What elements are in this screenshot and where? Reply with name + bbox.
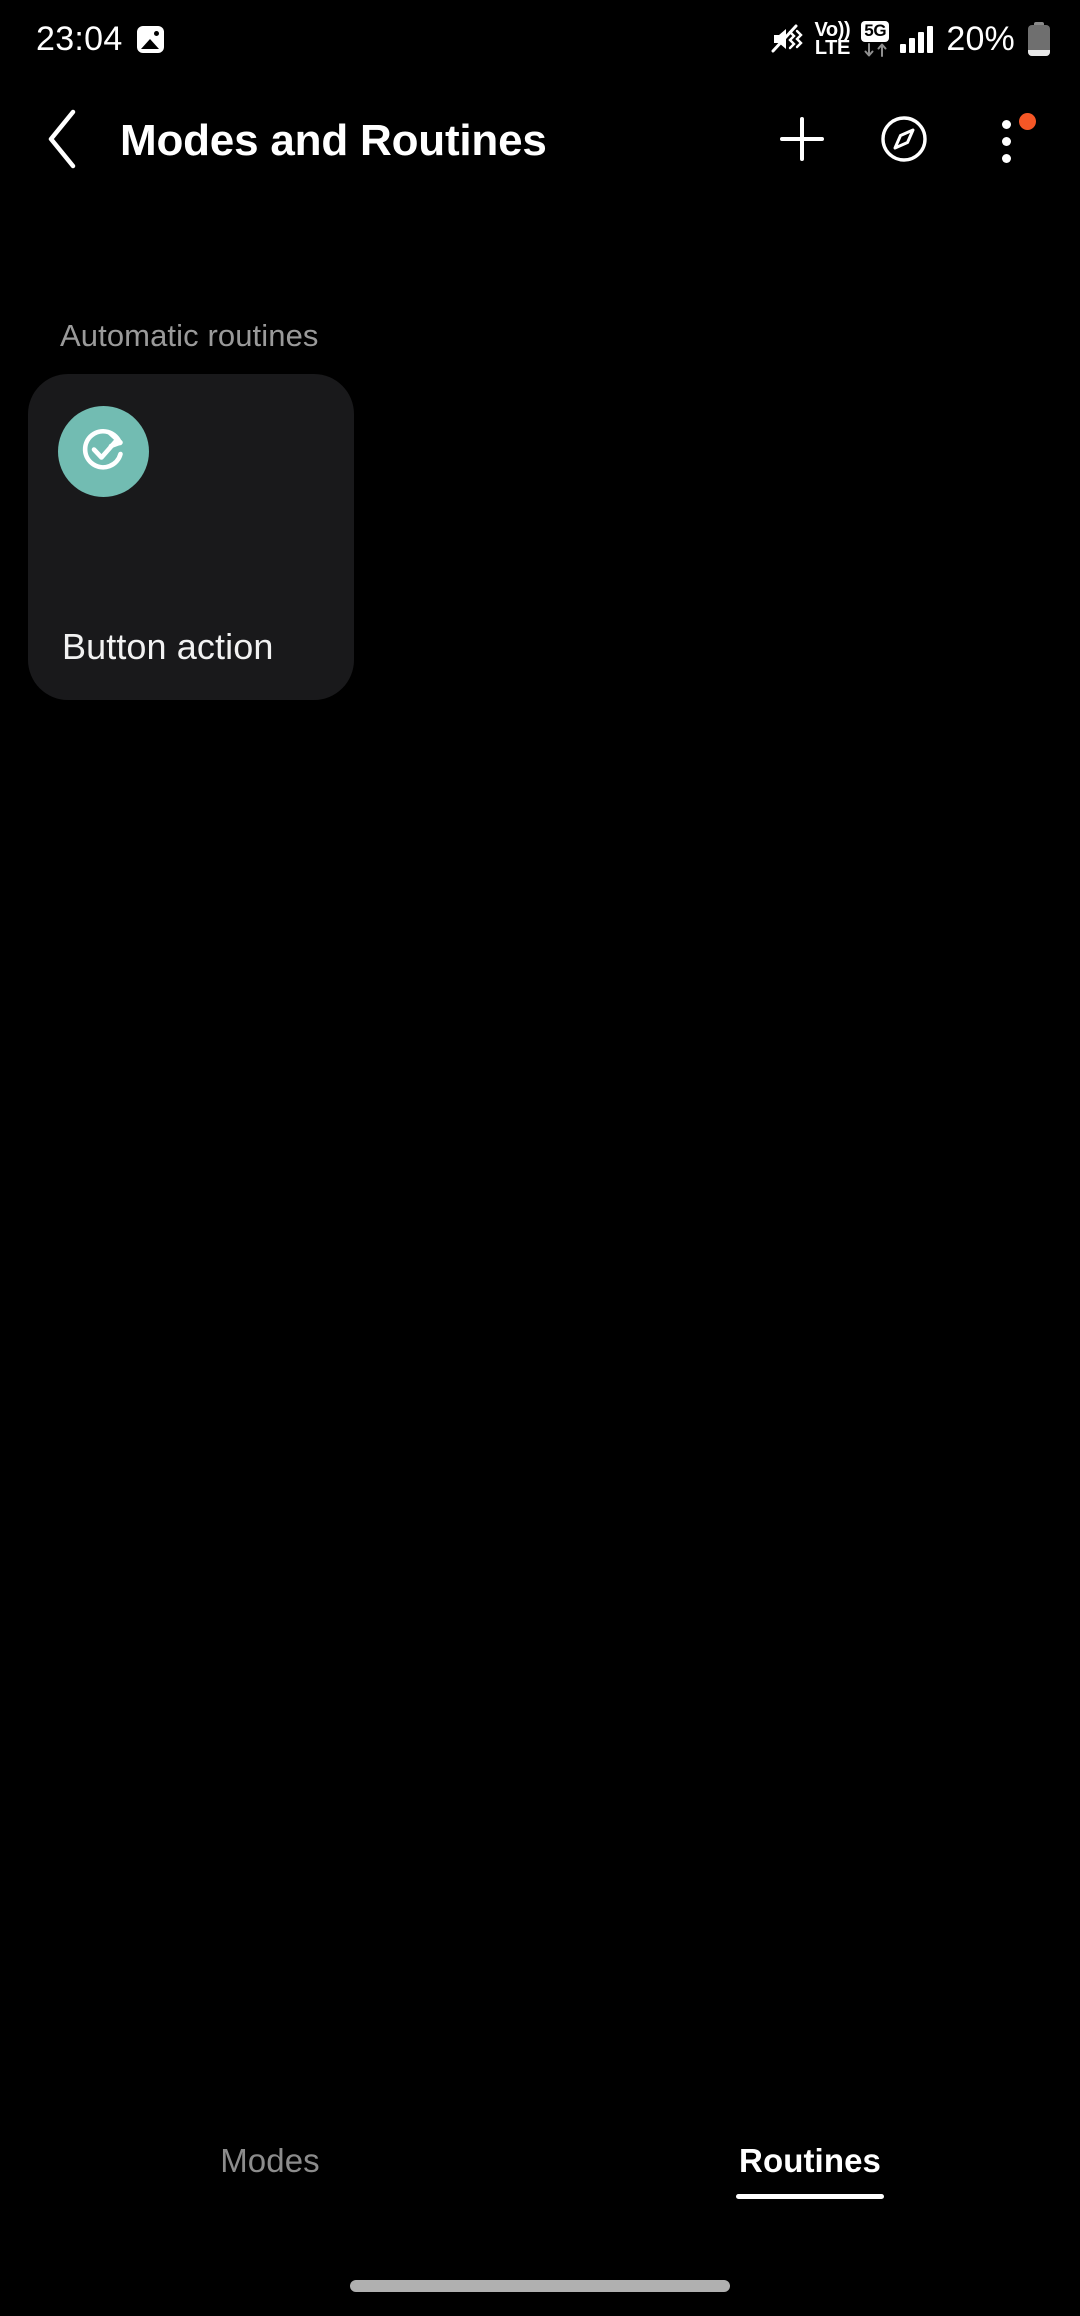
status-bar-right: Vo)) LTE 5G 20% — [771, 19, 1050, 59]
phone-screen: 23:04 Vo)) LTE 5G 20% Modes and Routines… — [0, 0, 1080, 2316]
signal-bars-icon — [900, 25, 934, 53]
volte-icon: Vo)) LTE — [814, 19, 850, 59]
tab-modes[interactable]: Modes — [0, 2124, 540, 2232]
5g-data-icon: 5G — [861, 21, 890, 57]
bottom-tab-bar: Modes Routines — [0, 2124, 1080, 2232]
app-bar: Modes and Routines — [0, 92, 1080, 190]
more-options-button[interactable] — [960, 95, 1052, 187]
mute-vibrate-icon — [771, 24, 804, 54]
battery-percent-label: 20% — [946, 20, 1015, 58]
volte-bottom-text: LTE — [814, 37, 850, 59]
status-bar-clock: 23:04 — [36, 20, 123, 58]
back-button[interactable] — [16, 93, 112, 189]
status-bar-left: 23:04 — [36, 22, 164, 56]
plus-icon — [776, 113, 828, 170]
tab-routines[interactable]: Routines — [540, 2124, 1080, 2232]
status-bar: 23:04 Vo)) LTE 5G 20% — [0, 0, 1080, 78]
gallery-notification-icon — [136, 25, 164, 53]
notification-badge-dot — [1019, 113, 1036, 130]
routine-name-label: Button action — [62, 626, 274, 667]
tab-routines-underline — [736, 2194, 884, 2199]
tab-modes-underline — [196, 2194, 344, 2199]
home-gesture-indicator[interactable] — [350, 2280, 730, 2292]
routine-refresh-check-icon — [76, 421, 132, 482]
tab-routines-label: Routines — [739, 2142, 881, 2179]
battery-icon — [1028, 22, 1050, 56]
routine-icon-badge — [58, 406, 149, 497]
discover-button[interactable] — [858, 95, 950, 187]
add-routine-button[interactable] — [756, 95, 848, 187]
chevron-left-icon — [44, 108, 84, 175]
page-title: Modes and Routines — [120, 116, 547, 165]
app-bar-actions — [756, 95, 1080, 187]
overflow-menu-icon — [1001, 119, 1011, 163]
network-type-badge: 5G — [861, 21, 890, 42]
data-transfer-arrows-icon — [863, 42, 888, 57]
routine-card-button-action[interactable]: Button action — [28, 374, 354, 700]
tab-modes-label: Modes — [220, 2142, 320, 2179]
section-label-automatic-routines: Automatic routines — [60, 318, 319, 353]
compass-icon — [878, 113, 930, 170]
